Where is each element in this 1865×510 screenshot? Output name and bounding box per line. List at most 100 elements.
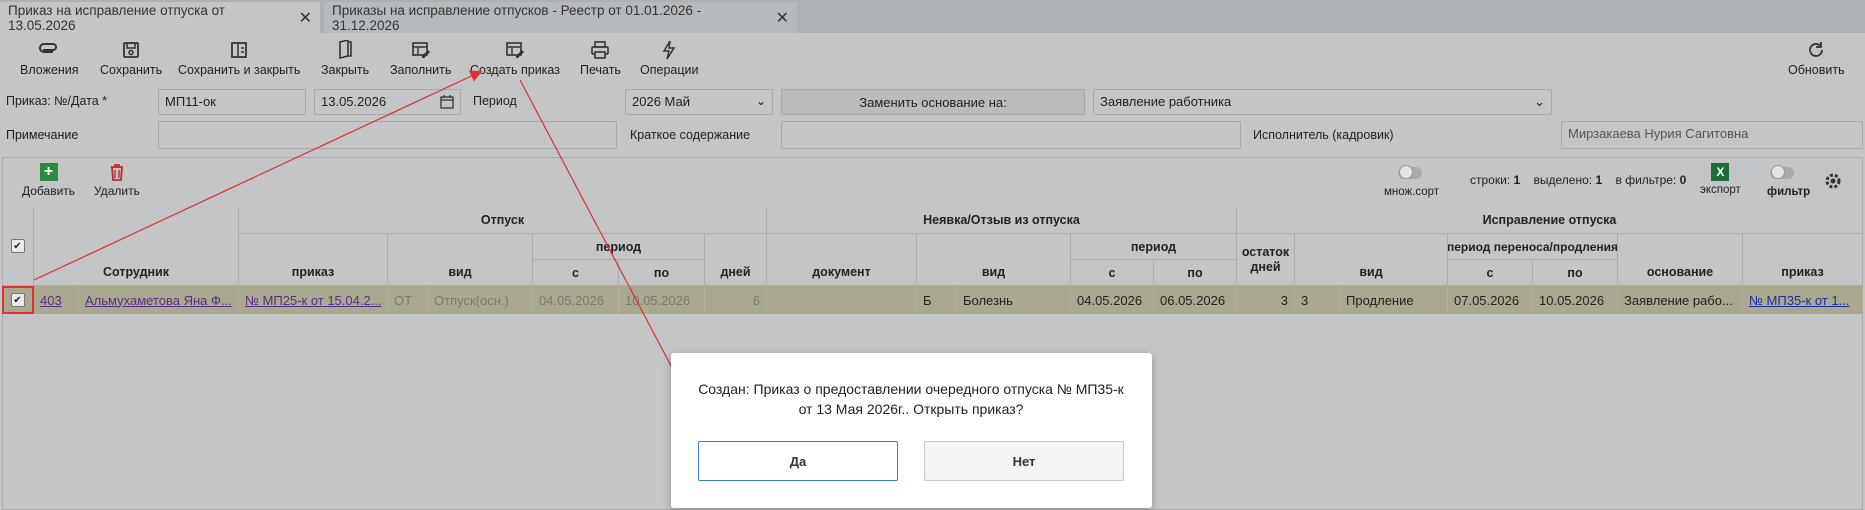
paperclip-icon: [39, 43, 58, 53]
create-order-icon: [506, 42, 524, 58]
save-close-icon: [231, 42, 248, 58]
delete-button[interactable]: Удалить: [94, 163, 140, 198]
order-date-value: 13.05.2026: [321, 94, 387, 109]
order-number-field[interactable]: МП11-ок: [158, 89, 306, 115]
type-cell: Отпуск(осн.): [428, 286, 533, 314]
multi-sort-toggle[interactable]: [1398, 165, 1422, 179]
col-days[interactable]: дней: [705, 234, 767, 286]
order-date-field[interactable]: 13.05.2026: [314, 89, 461, 115]
order-label: Приказ: №/Дата *: [6, 94, 108, 108]
order-link[interactable]: № МП25-к от 15.04.2...: [245, 293, 382, 308]
col-correction-type[interactable]: вид: [1295, 234, 1448, 286]
save-close-button[interactable]: Сохранить и закрыть: [178, 40, 300, 77]
col-correction-to[interactable]: по: [1533, 260, 1618, 286]
order-cell[interactable]: № МП25-к от 15.04.2...: [239, 286, 388, 314]
col-order[interactable]: приказ: [239, 234, 388, 286]
period-value: 2026 Май: [632, 94, 690, 109]
col-type[interactable]: вид: [388, 234, 533, 286]
note-field[interactable]: [158, 121, 617, 149]
print-button[interactable]: Печать: [580, 40, 621, 77]
group-absence: Неявка/Отзыв из отпуска: [767, 207, 1237, 234]
document-cell: [767, 286, 917, 314]
correction-order-cell[interactable]: № МП35-к от 1...: [1743, 286, 1863, 314]
excel-icon: X: [1711, 163, 1730, 181]
filter-toggle[interactable]: [1770, 165, 1794, 179]
plus-icon: +: [39, 163, 58, 181]
col-correction-order[interactable]: приказ: [1743, 234, 1863, 286]
export-label: экспорт: [1700, 184, 1741, 196]
employee-cell[interactable]: Альмухаметова Яна Ф...: [79, 286, 239, 314]
print-label: Печать: [580, 63, 621, 77]
correction-to-cell: 10.05.2026: [1533, 286, 1618, 314]
col-from[interactable]: с: [533, 260, 619, 286]
col-correction-from[interactable]: с: [1448, 260, 1533, 286]
gear-icon[interactable]: [1823, 171, 1843, 191]
absence-from-cell: 04.05.2026: [1071, 286, 1154, 314]
tab-order-correction[interactable]: Приказ на исправление отпуска от 13.05.2…: [0, 2, 320, 33]
sub-period-absence: период: [1071, 234, 1237, 260]
summary-field[interactable]: [781, 121, 1241, 149]
table-row[interactable]: ✔ 403 Альмухаметова Яна Ф... № МП25-к от…: [2, 286, 1863, 314]
refresh-button[interactable]: Обновить: [1788, 40, 1845, 77]
correction-type-cell: Продление: [1340, 286, 1448, 314]
col-document[interactable]: документ: [767, 234, 917, 286]
col-absence-to[interactable]: по: [1154, 260, 1237, 286]
door-icon: [339, 40, 352, 60]
export-button[interactable]: X экспорт: [1700, 163, 1741, 196]
calendar-icon[interactable]: [440, 95, 454, 109]
rows-count: 1: [1513, 173, 1521, 187]
executor-field[interactable]: Мирзакаева Нурия Сагитовна: [1561, 121, 1863, 149]
period-label: Период: [473, 94, 517, 108]
correction-code-cell: 3: [1295, 286, 1340, 314]
replace-basis-button[interactable]: Заменить основание на:: [781, 89, 1085, 115]
close-icon[interactable]: ✕: [776, 8, 789, 28]
floppy-icon: [123, 42, 139, 58]
correction-order-link[interactable]: № МП35-к от 1...: [1749, 293, 1849, 308]
in-filter-count: 0: [1679, 173, 1687, 187]
sub-period: период: [533, 234, 705, 260]
selected-label: выделено:: [1533, 173, 1593, 187]
type-code-cell: ОТ: [388, 286, 428, 314]
col-basis[interactable]: основание: [1618, 234, 1743, 286]
tab-label: Приказы на исправление отпусков - Реестр…: [332, 2, 702, 33]
attachments-button[interactable]: Вложения: [20, 40, 79, 77]
create-order-button[interactable]: Создать приказ: [470, 40, 560, 77]
confirm-dialog: Создан: Приказ о предоставлении очередно…: [671, 353, 1152, 508]
select-all-checkbox[interactable]: ✔: [10, 239, 25, 253]
tab-registry[interactable]: Приказы на исправление отпусков - Реестр…: [324, 2, 797, 33]
chevron-down-icon: ⌄: [1534, 94, 1545, 109]
add-button[interactable]: + Добавить: [22, 163, 75, 198]
col-absence-type[interactable]: вид: [917, 234, 1071, 286]
to-cell: 10.05.2026: [619, 286, 705, 314]
basis-select[interactable]: Заявление работника ⌄: [1093, 89, 1552, 115]
absence-type-cell: Болезнь: [957, 286, 1071, 314]
col-employee[interactable]: Сотрудник: [34, 207, 239, 286]
chevron-down-icon: ⌄: [755, 94, 766, 108]
save-button[interactable]: Сохранить: [100, 40, 162, 77]
no-button[interactable]: Нет: [924, 441, 1124, 481]
close-button[interactable]: Закрыть: [321, 40, 369, 77]
operations-label: Операции: [640, 63, 699, 77]
col-to[interactable]: по: [619, 260, 705, 286]
in-filter-label: в фильтре:: [1615, 173, 1677, 187]
col-absence-from[interactable]: с: [1071, 260, 1154, 286]
yes-button[interactable]: Да: [698, 441, 898, 481]
absence-to-cell: 06.05.2026: [1154, 286, 1237, 314]
tab-number-cell[interactable]: 403: [34, 286, 79, 314]
fill-button[interactable]: Заполнить: [390, 40, 451, 77]
dialog-message: Создан: Приказ о предоставлении очередно…: [698, 381, 1124, 417]
col-remaining[interactable]: остаток дней: [1237, 234, 1295, 286]
header-select-all[interactable]: ✔: [2, 207, 34, 286]
basis-value: Заявление работника: [1100, 94, 1232, 109]
days-cell: 6: [705, 286, 767, 314]
note-label: Примечание: [6, 128, 79, 142]
highlight-box: [2, 286, 34, 314]
group-vacation: Отпуск: [239, 207, 767, 234]
operations-button[interactable]: Операции: [640, 40, 698, 77]
period-select[interactable]: 2026 Май ⌄: [625, 89, 773, 115]
employee-link[interactable]: Альмухаметова Яна Ф...: [85, 293, 232, 308]
close-icon[interactable]: ✕: [299, 8, 312, 28]
tab-number-link[interactable]: 403: [40, 293, 62, 308]
attachments-label: Вложения: [20, 63, 79, 77]
close-label: Закрыть: [321, 63, 370, 77]
